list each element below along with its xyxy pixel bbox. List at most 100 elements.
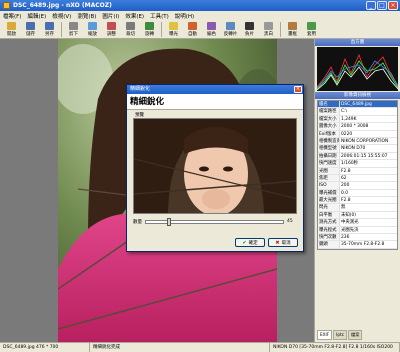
info-row[interactable]: 檔案路徑 C:\ <box>318 108 397 116</box>
info-row[interactable]: 焦距 62 <box>318 174 397 183</box>
close-button[interactable]: × <box>388 1 398 10</box>
color-icon <box>207 22 216 30</box>
dialog-title: 精細銳化 <box>130 86 151 92</box>
info-value: 2000 * 3008 <box>341 124 369 130</box>
grayscale-icon <box>264 22 273 30</box>
info-row[interactable]: 閃光無 <box>318 204 397 212</box>
menu-bar: 檔案(F) 編輯(E) 檢視(V) 瀏覽(B) 圖片(I) 效果(E) 工具(T… <box>0 11 400 21</box>
amount-slider-thumb[interactable] <box>166 217 171 226</box>
tab-exif[interactable]: EXIF <box>317 330 333 340</box>
info-value: 中央測光 <box>341 220 359 226</box>
toolbar-button[interactable]: 自動 <box>184 21 201 38</box>
info-row[interactable]: 曝光補償 0.0 <box>318 189 397 198</box>
menu-help[interactable]: 說明(H) <box>175 12 194 20</box>
menu-file[interactable]: 檔案(F) <box>3 12 21 20</box>
status-file: DSC_6489.jpg 476 * 700 <box>0 343 90 352</box>
toolbar-button[interactable]: 縮放 <box>84 21 101 38</box>
toolbar-button[interactable]: 剪下 <box>65 21 82 38</box>
info-key: 快門次數 <box>318 234 340 241</box>
info-header: 影像資訊檢視 <box>315 92 400 99</box>
toolbar-button-label: 黑白 <box>264 32 273 37</box>
toolbar-separator <box>61 22 62 37</box>
toolbar-button[interactable]: 裁切 <box>122 21 139 38</box>
save-icon <box>26 22 35 30</box>
preview-pane[interactable] <box>133 118 297 214</box>
adjust-icon <box>107 22 116 30</box>
toolbar-button[interactable]: 調整 <box>103 21 120 38</box>
dialog-close-button[interactable]: × <box>294 86 302 93</box>
info-key: 檔案大小 <box>318 115 340 123</box>
status-bar: DSC_6489.jpg 476 * 700 精細銳化完成 NIKON D70 … <box>0 342 400 352</box>
tab-file[interactable]: 檔案 <box>348 330 363 340</box>
info-tabs: EXIF Iptc 檔案 <box>317 330 363 340</box>
toolbar-separator <box>280 22 281 37</box>
info-key: 測光方式 <box>318 219 340 226</box>
maximize-button[interactable]: □ <box>377 1 387 10</box>
histogram <box>317 47 398 91</box>
info-key: 曝光程式 <box>318 226 340 234</box>
menu-tools[interactable]: 工具(T) <box>150 12 169 20</box>
toolbar-button[interactable]: 另存 <box>41 21 58 38</box>
toolbar-button[interactable]: 曝光 <box>165 21 182 38</box>
tab-iptc[interactable]: Iptc <box>333 330 348 340</box>
info-key: 相機型號 <box>318 145 340 152</box>
preview-label: 預覽 <box>135 113 144 118</box>
info-row[interactable]: 快門速度 1/160秒 <box>318 160 397 168</box>
info-key: 檔案路徑 <box>318 108 340 115</box>
toolbar-button[interactable]: 套用 <box>303 21 320 38</box>
info-row[interactable]: 光圈 F2.8 <box>318 167 397 175</box>
toolbar-button[interactable]: 畫框 <box>284 21 301 38</box>
info-row[interactable]: 拍攝日期 2006:01:15 15:55:07 <box>318 152 397 161</box>
toolbar-button-label: 開啟 <box>7 32 16 37</box>
preview-image <box>134 119 296 213</box>
menu-effects[interactable]: 效果(E) <box>125 12 144 20</box>
toolbar-button[interactable]: 反轉片 <box>222 21 239 38</box>
info-row[interactable]: 最大光圈 F2.8 <box>318 197 397 205</box>
info-row[interactable]: 檔案大小 1,249K <box>318 115 397 124</box>
info-value: 62 <box>341 175 347 181</box>
info-key: 閃光 <box>318 204 340 211</box>
info-row[interactable]: 測光方式 中央測光 <box>318 219 397 227</box>
info-key: 最大光圈 <box>318 197 340 204</box>
toolbar-button-label: 儲存 <box>26 32 35 37</box>
info-row[interactable]: 曝光程式 光圈先決 <box>318 226 397 235</box>
minimize-button[interactable]: _ <box>366 1 376 10</box>
app-icon <box>3 2 10 9</box>
toolbar-button[interactable]: 編色 <box>203 21 220 38</box>
status-message: 精細銳化完成 <box>90 343 270 352</box>
menu-view[interactable]: 檢視(V) <box>52 12 71 20</box>
toolbar-button[interactable]: 儲存 <box>22 21 39 38</box>
info-row[interactable]: 檔名 DSC_6489.jpg <box>318 101 397 109</box>
cancel-button[interactable]: ✖ 取消 <box>268 238 298 247</box>
menu-image[interactable]: 圖片(I) <box>102 12 119 20</box>
cancel-label: 取消 <box>281 240 291 246</box>
info-row[interactable]: ISO 200 <box>318 182 397 190</box>
status-camera: NIKON D70 [35-70mm F2.8-F2.8] F2.8 1/160… <box>270 343 400 352</box>
ok-button[interactable]: ✔ 確定 <box>235 238 265 247</box>
toolbar-button[interactable]: 黑白 <box>260 21 277 38</box>
toolbar-button-label: 畫框 <box>288 32 297 37</box>
toolbar-button-label: 編色 <box>207 32 216 37</box>
info-row[interactable]: 快門次數 236 <box>318 234 397 242</box>
dialog-buttons: ✔ 確定 ✖ 取消 <box>235 238 298 247</box>
info-row[interactable]: 相機型號 NIKON D70 <box>318 145 397 153</box>
toolbar-button[interactable]: 開啟 <box>3 21 20 38</box>
toolbar-button[interactable]: 旋轉 <box>141 21 158 38</box>
dialog-titlebar: 精細銳化 × <box>127 85 303 94</box>
frame-icon <box>288 22 297 30</box>
info-value: NIKON CORPORATION <box>341 138 389 144</box>
info-row[interactable]: 白平衡 未知(0) <box>318 211 397 220</box>
toolbar-separator <box>161 22 162 37</box>
info-value: DSC_6489.jpg <box>340 101 397 108</box>
menu-edit[interactable]: 編輯(E) <box>27 12 46 20</box>
info-row[interactable]: 鏡頭 35-70mm F2.8-F2.8 <box>318 241 397 249</box>
toolbar-button[interactable]: 負片 <box>241 21 258 38</box>
toolbar-button-label: 裁切 <box>126 32 135 37</box>
title-bar: DSC_6489.jpg - nXO (MACOZ) _ □ × <box>0 0 400 11</box>
right-panel: 直方圖 影像資訊檢視 檔名 DSC_6489.jpg 檔案路徑 C:\ 檔案大小 1,24… <box>314 39 400 342</box>
info-row[interactable]: 圖像大小 2000 * 3008 <box>318 123 397 131</box>
amount-slider[interactable] <box>145 217 284 226</box>
info-row[interactable]: Exif版本 0220 <box>318 130 397 138</box>
info-row[interactable]: 相機製造商 NIKON CORPORATION <box>318 137 397 146</box>
menu-browse[interactable]: 瀏覽(B) <box>77 12 96 20</box>
